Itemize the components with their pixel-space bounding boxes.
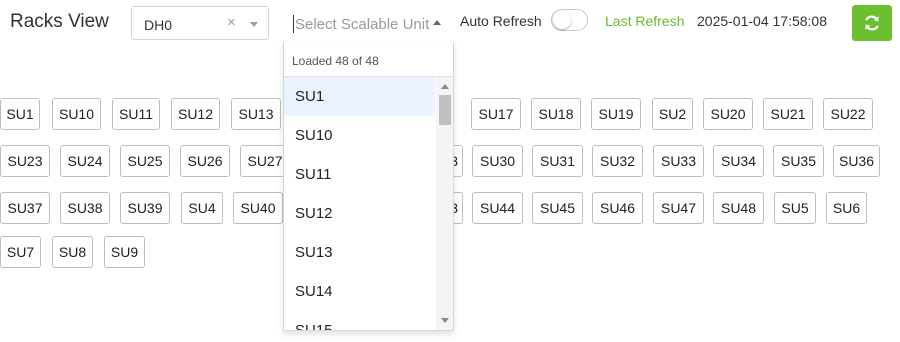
su-chip[interactable]: SU7 bbox=[0, 236, 41, 268]
su-chip[interactable]: SU20 bbox=[703, 98, 753, 130]
su-chip[interactable]: SU44 bbox=[472, 192, 523, 224]
dropdown-option[interactable]: SU14 bbox=[284, 272, 435, 311]
su-chip[interactable]: SU5 bbox=[774, 192, 816, 224]
scroll-down-arrow-icon[interactable] bbox=[441, 318, 449, 323]
clear-icon[interactable]: × bbox=[227, 14, 236, 31]
su-chip[interactable]: SU19 bbox=[591, 98, 641, 130]
su-chip[interactable]: SU10 bbox=[52, 98, 101, 130]
dropdown-option[interactable]: SU11 bbox=[284, 155, 435, 194]
su-chip[interactable]: SU18 bbox=[531, 98, 581, 130]
last-refresh-timestamp: 2025-01-04 17:58:08 bbox=[697, 13, 827, 29]
auto-refresh-toggle[interactable] bbox=[551, 9, 588, 31]
su-chip[interactable]: SU26 bbox=[180, 145, 230, 177]
su-chip[interactable]: SU38 bbox=[60, 192, 110, 224]
su-chip[interactable]: SU33 bbox=[653, 145, 704, 177]
auto-refresh-label: Auto Refresh bbox=[460, 13, 542, 29]
last-refresh-label: Last Refresh bbox=[605, 13, 685, 29]
dropdown-option[interactable]: SU1 bbox=[284, 77, 435, 116]
su-chip[interactable]: SU32 bbox=[592, 145, 643, 177]
scalable-unit-dropdown[interactable]: Loaded 48 of 48 SU1 SU10 SU11 SU12 SU13 … bbox=[283, 42, 454, 331]
toggle-knob bbox=[553, 11, 571, 29]
su-chip[interactable]: SU12 bbox=[171, 98, 220, 130]
su-chip[interactable]: SU48 bbox=[713, 192, 764, 224]
su-chip[interactable]: SU36 bbox=[833, 145, 880, 177]
su-chip[interactable]: SU1 bbox=[0, 98, 40, 130]
refresh-icon bbox=[865, 15, 879, 31]
su-chip[interactable]: SU30 bbox=[472, 145, 523, 177]
su-chip[interactable]: SU22 bbox=[823, 98, 873, 130]
su-chip[interactable]: SU23 bbox=[0, 145, 50, 177]
page-title: Racks View bbox=[10, 11, 109, 32]
dropdown-option[interactable]: SU13 bbox=[284, 233, 435, 272]
text-cursor bbox=[293, 15, 294, 33]
su-chip[interactable]: SU25 bbox=[120, 145, 170, 177]
data-hall-select-value: DH0 bbox=[144, 17, 173, 33]
dropdown-scrollbar[interactable] bbox=[436, 77, 453, 330]
su-chip[interactable]: SU11 bbox=[112, 98, 160, 130]
su-chip[interactable]: SU39 bbox=[120, 192, 170, 224]
dropdown-option[interactable]: SU15 bbox=[284, 311, 435, 330]
su-chip[interactable]: SU17 bbox=[471, 98, 521, 130]
dropdown-option[interactable]: SU10 bbox=[284, 116, 435, 155]
su-chip[interactable]: SU8 bbox=[52, 236, 93, 268]
su-chip[interactable]: SU4 bbox=[181, 192, 223, 224]
dropdown-option[interactable]: SU12 bbox=[284, 194, 435, 233]
scalable-unit-search-input[interactable] bbox=[295, 14, 430, 34]
su-chip[interactable]: SU2 bbox=[652, 98, 693, 130]
su-chip[interactable]: SU45 bbox=[532, 192, 583, 224]
data-hall-select[interactable]: DH0 × bbox=[131, 6, 269, 40]
scroll-up-arrow-icon[interactable] bbox=[441, 84, 449, 89]
chevron-down-icon[interactable] bbox=[250, 22, 258, 27]
refresh-button[interactable] bbox=[852, 5, 892, 41]
su-chip[interactable]: SU34 bbox=[713, 145, 764, 177]
chevron-up-icon[interactable] bbox=[433, 20, 441, 25]
su-chip[interactable]: SU21 bbox=[763, 98, 813, 130]
su-chip[interactable]: SU37 bbox=[0, 192, 50, 224]
scalable-unit-select[interactable] bbox=[283, 5, 454, 42]
su-chip[interactable]: SU31 bbox=[532, 145, 583, 177]
scrollbar-thumb[interactable] bbox=[439, 95, 451, 125]
dropdown-status: Loaded 48 of 48 bbox=[292, 54, 379, 68]
su-chip[interactable]: SU6 bbox=[826, 192, 867, 224]
su-chip[interactable]: SU24 bbox=[60, 145, 110, 177]
su-chip[interactable]: SU40 bbox=[233, 192, 283, 224]
su-chip[interactable]: SU46 bbox=[592, 192, 643, 224]
su-chip[interactable]: SU47 bbox=[653, 192, 704, 224]
su-chip[interactable]: SU9 bbox=[104, 236, 145, 268]
su-chip[interactable]: SU35 bbox=[773, 145, 824, 177]
su-chip[interactable]: SU13 bbox=[231, 98, 281, 130]
